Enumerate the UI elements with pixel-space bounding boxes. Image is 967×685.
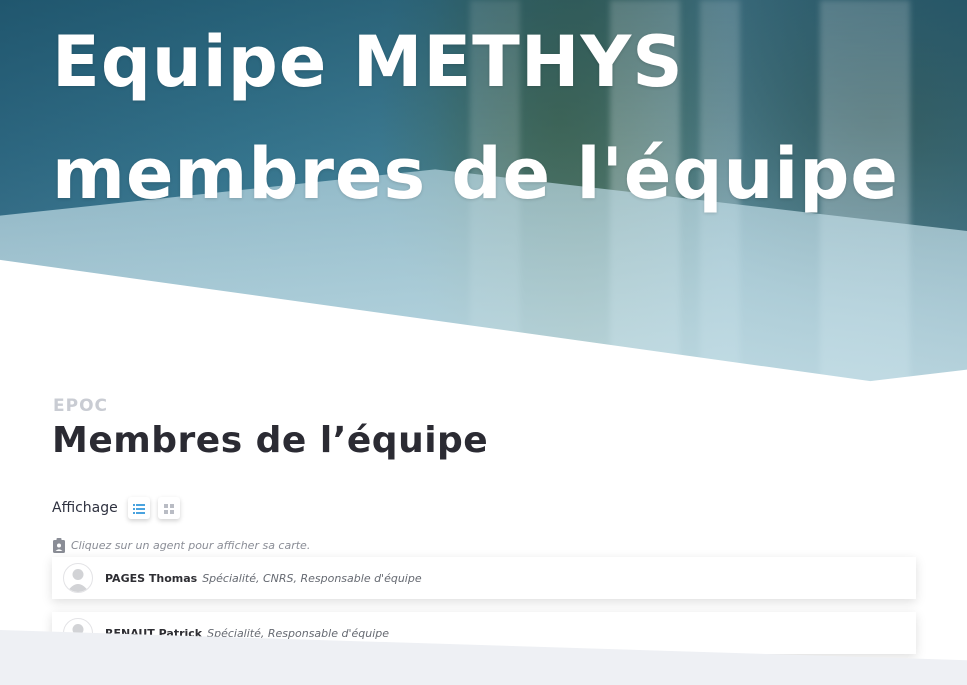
view-toggle: Affichage [52,497,188,519]
grid-icon [163,499,174,518]
hint-text-row: Cliquez sur un agent pour afficher sa ca… [53,538,310,553]
page-title: Membres de l’équipe [52,420,489,461]
section-kicker: EPOC [53,396,108,416]
member-card[interactable]: PAGES Thomas Spécialité, CNRS, Responsab… [52,557,916,599]
hero-title-line2: membres de l'équipe [52,133,899,215]
member-name: PAGES Thomas [105,571,198,585]
hero-title-line1: Equipe METHYS [52,21,684,103]
list-icon [132,499,145,518]
hero-banner: Equipe METHYS membres de l'équipe [0,0,967,385]
avatar [63,563,93,593]
view-toggle-label: Affichage [52,500,118,516]
hero-title: Equipe METHYS membres de l'équipe [52,6,899,230]
grid-view-button[interactable] [157,497,180,519]
clipboard-badge-icon [53,538,65,553]
list-view-button[interactable] [127,497,150,519]
hint-text: Cliquez sur un agent pour afficher sa ca… [71,539,311,552]
member-role: Spécialité, CNRS, Responsable d'équipe [202,571,422,585]
